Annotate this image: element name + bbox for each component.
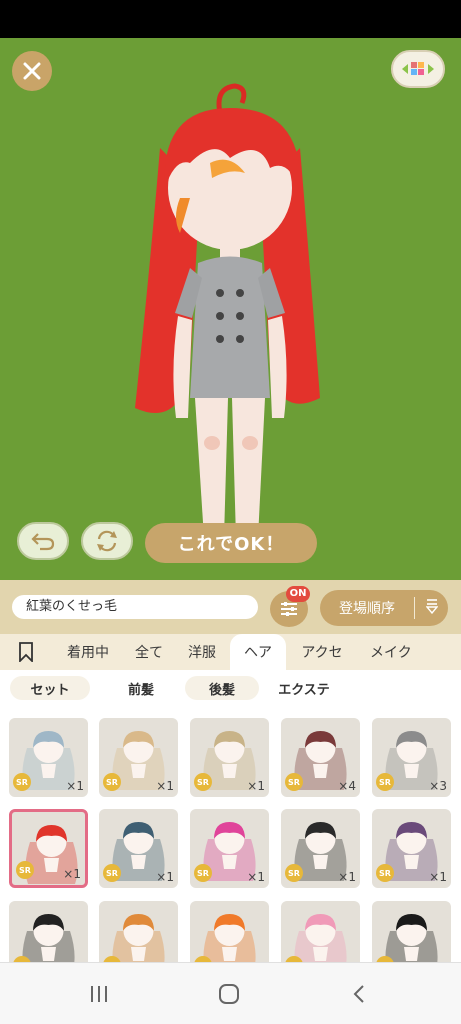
- item-quantity: ×1: [156, 870, 174, 884]
- hair-item-card[interactable]: SR: [281, 901, 360, 962]
- rarity-badge: SR: [103, 773, 121, 791]
- rotate-button[interactable]: [81, 522, 133, 560]
- category-tabs: 着用中 全て 洋服 ヘア アクセ メイク: [0, 634, 461, 670]
- tab-bookmark[interactable]: [0, 634, 52, 670]
- rotate-icon: [97, 530, 117, 552]
- hair-item-card[interactable]: SR: [9, 901, 88, 962]
- hair-item-card[interactable]: SR ×1: [190, 809, 269, 888]
- tab-hair[interactable]: ヘア: [230, 634, 286, 670]
- confirm-ok-button[interactable]: これでOK！: [145, 523, 317, 563]
- close-icon: [23, 62, 41, 80]
- item-quantity: ×4: [338, 779, 356, 793]
- rarity-badge: SR: [376, 864, 394, 882]
- hair-preview-icon: [203, 914, 256, 962]
- palette-icon: [402, 62, 434, 75]
- back-button[interactable]: [346, 981, 372, 1007]
- recent-apps-icon: [91, 986, 107, 1002]
- item-quantity: ×1: [63, 867, 81, 881]
- rarity-badge: SR: [194, 864, 212, 882]
- hair-subtabs: セット 前髪 後髪 エクステ: [0, 670, 461, 706]
- wardrobe-panel: 紅葉のくせっ毛 ON 登場順序 着用中 全て 洋服 ヘア アクセ メイク セット…: [0, 580, 461, 962]
- hair-item-card[interactable]: SR ×1: [372, 809, 451, 888]
- undo-button[interactable]: [17, 522, 69, 560]
- rarity-badge: SR: [194, 773, 212, 791]
- sort-label: 登場順序: [339, 601, 395, 617]
- hair-item-card[interactable]: SR: [99, 901, 178, 962]
- selected-item-name: 紅葉のくせっ毛: [12, 595, 258, 619]
- tab-all[interactable]: 全て: [124, 634, 174, 670]
- avatar-figure: [135, 83, 320, 548]
- hair-item-card[interactable]: SR ×1: [9, 809, 88, 888]
- hair-preview-icon: [22, 914, 75, 962]
- sliders-icon: [281, 602, 297, 616]
- hair-item-card[interactable]: SR ×1: [99, 809, 178, 888]
- rarity-badge: SR: [285, 773, 303, 791]
- rarity-badge: SR: [16, 861, 34, 879]
- item-quantity: ×1: [247, 779, 265, 793]
- sort-direction-icon[interactable]: [415, 598, 448, 618]
- rarity-badge: SR: [103, 864, 121, 882]
- hair-preview-icon: [112, 914, 165, 962]
- rarity-badge: SR: [285, 864, 303, 882]
- subtab-back-hair[interactable]: 後髪: [185, 676, 259, 700]
- hair-item-card[interactable]: SR: [372, 901, 451, 962]
- hair-preview-icon: [294, 914, 347, 962]
- bookmark-icon: [19, 642, 33, 662]
- hair-item-card[interactable]: SR ×1: [99, 718, 178, 797]
- sort-order-button[interactable]: 登場順序: [320, 590, 448, 626]
- tab-accessories[interactable]: アクセ: [286, 634, 358, 670]
- back-icon: [353, 985, 364, 1003]
- system-nav-bar: [0, 962, 461, 1024]
- status-bar: [0, 0, 461, 38]
- tab-wearing[interactable]: 着用中: [52, 634, 124, 670]
- filter-on-badge: ON: [286, 586, 310, 602]
- subtab-set[interactable]: セット: [10, 676, 90, 700]
- item-quantity: ×1: [338, 870, 356, 884]
- hair-preview-icon: [385, 914, 438, 962]
- item-info-row: 紅葉のくせっ毛 ON 登場順序: [0, 580, 461, 634]
- undo-icon: [31, 533, 55, 551]
- avatar-stage: これでOK！: [0, 38, 461, 580]
- tab-clothes[interactable]: 洋服: [174, 634, 230, 670]
- item-quantity: ×1: [66, 779, 84, 793]
- item-grid: SR ×1 SR ×1 SR ×1 SR ×4 SR ×3 SR ×1 SR ×1 SR ×1 SR ×1 SR ×1…: [0, 706, 461, 962]
- hair-item-card[interactable]: SR ×3: [372, 718, 451, 797]
- hair-item-card[interactable]: SR ×1: [190, 718, 269, 797]
- hair-item-card[interactable]: SR: [190, 901, 269, 962]
- rarity-badge: SR: [376, 773, 394, 791]
- recent-apps-button[interactable]: [86, 981, 112, 1007]
- subtab-bangs[interactable]: 前髪: [102, 676, 180, 700]
- item-quantity: ×3: [429, 779, 447, 793]
- tab-makeup[interactable]: メイク: [358, 634, 418, 670]
- home-button[interactable]: [216, 981, 242, 1007]
- item-quantity: ×1: [247, 870, 265, 884]
- close-button[interactable]: [12, 51, 52, 91]
- hair-item-card[interactable]: SR ×1: [9, 718, 88, 797]
- rarity-badge: SR: [13, 773, 31, 791]
- background-select-button[interactable]: [391, 50, 445, 88]
- item-quantity: ×1: [156, 779, 174, 793]
- home-icon: [219, 984, 239, 1004]
- hair-item-card[interactable]: SR ×1: [281, 809, 360, 888]
- item-quantity: ×1: [429, 870, 447, 884]
- hair-item-card[interactable]: SR ×4: [281, 718, 360, 797]
- subtab-extensions[interactable]: エクステ: [264, 676, 344, 700]
